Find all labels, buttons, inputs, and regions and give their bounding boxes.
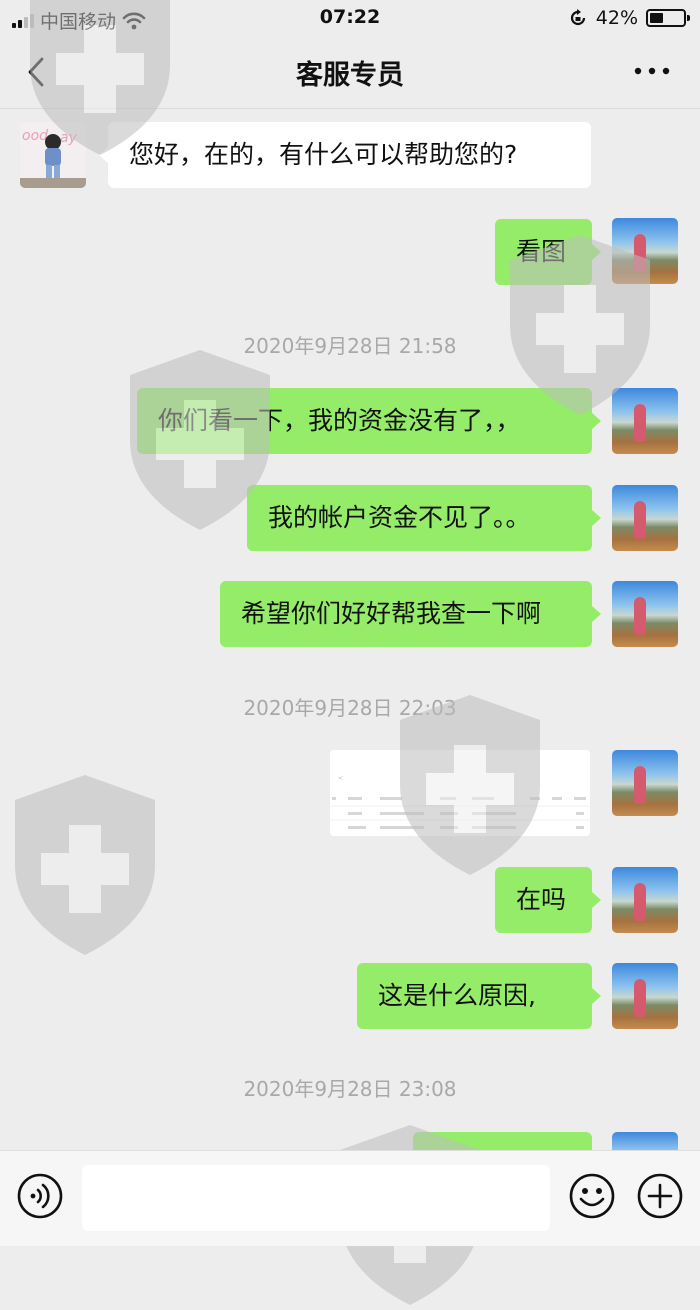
user-avatar[interactable] bbox=[612, 867, 678, 933]
user-avatar[interactable] bbox=[612, 581, 678, 647]
emoji-icon[interactable] bbox=[568, 1172, 616, 1220]
message-bubble-outgoing-partial[interactable] bbox=[413, 1132, 592, 1150]
user-avatar[interactable] bbox=[612, 750, 678, 816]
nav-bar: 客服专员 bbox=[0, 36, 700, 109]
message-bubble-incoming[interactable]: 您好，在的，有什么可以帮助您的? bbox=[99, 122, 591, 188]
status-bar: 中国移动 07:22 42% bbox=[0, 0, 700, 36]
user-avatar[interactable] bbox=[612, 388, 678, 454]
timestamp: 2020年9月28日 21:58 bbox=[243, 334, 457, 358]
user-avatar[interactable] bbox=[612, 218, 678, 284]
timestamp: 2020年9月28日 22:03 bbox=[243, 696, 457, 720]
input-bar bbox=[0, 1150, 700, 1246]
message-bubble-outgoing[interactable]: 希望你们好好帮我查一下啊 bbox=[220, 581, 601, 647]
more-dots-icon[interactable] bbox=[628, 56, 676, 86]
user-avatar[interactable] bbox=[612, 963, 678, 1029]
status-right: 42% bbox=[568, 7, 690, 29]
svg-text:<: < bbox=[338, 775, 343, 782]
image-message[interactable]: < bbox=[330, 750, 590, 836]
message-bubble-outgoing[interactable]: 在吗 bbox=[495, 867, 601, 933]
voice-icon[interactable] bbox=[16, 1172, 64, 1220]
message-bubble-outgoing[interactable]: 你们看一下，我的资金没有了，， bbox=[137, 388, 601, 454]
plus-circle-icon[interactable] bbox=[636, 1172, 684, 1220]
agent-avatar[interactable]: ood ay bbox=[20, 122, 86, 188]
message-input[interactable] bbox=[82, 1165, 550, 1231]
svg-text:ood: ood bbox=[22, 128, 48, 144]
message-bubble-outgoing[interactable]: 看图 bbox=[495, 219, 601, 285]
user-avatar[interactable] bbox=[612, 485, 678, 551]
watermark-shield-icon bbox=[15, 775, 155, 955]
user-avatar-partial[interactable] bbox=[612, 1132, 678, 1150]
battery-icon bbox=[646, 9, 690, 27]
battery-percent: 42% bbox=[595, 7, 638, 29]
message-bubble-outgoing[interactable]: 我的帐户资金不见了。。 bbox=[247, 485, 601, 551]
message-bubble-outgoing[interactable]: 这是什么原因, bbox=[357, 963, 601, 1029]
svg-text:ay: ay bbox=[60, 130, 78, 146]
orientation-lock-icon bbox=[570, 9, 585, 26]
chat-title: 客服专员 bbox=[296, 60, 404, 91]
timestamp: 2020年9月28日 23:08 bbox=[243, 1077, 457, 1101]
